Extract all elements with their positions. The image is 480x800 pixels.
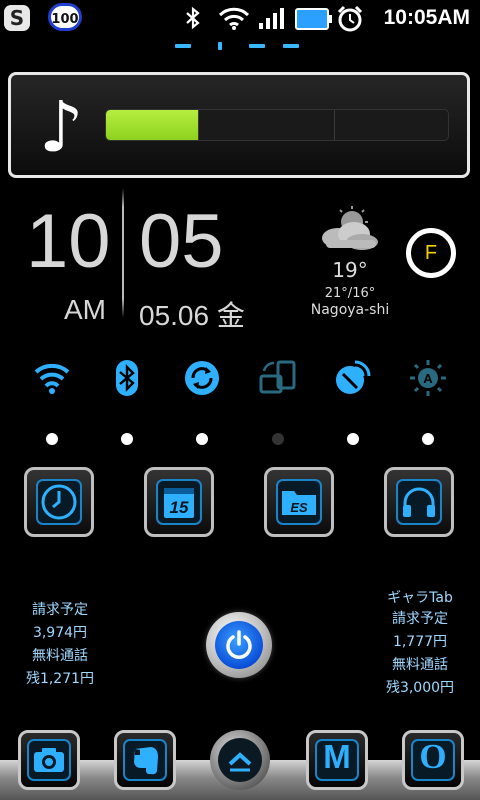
svg-text:A: A <box>423 371 433 386</box>
gps-state-dot <box>347 433 359 445</box>
billing-right-amount: 1,777円 <box>392 634 448 650</box>
opera-app-button[interactable]: O <box>402 730 464 790</box>
clock-date[interactable]: 05.06 金 <box>139 294 245 334</box>
sync-toggle-icon[interactable] <box>182 358 222 398</box>
gps-toggle-icon[interactable] <box>333 358 373 398</box>
evernote-elephant-icon <box>123 739 167 781</box>
camera-app-button[interactable] <box>18 730 80 790</box>
page-indicator <box>249 44 265 48</box>
music-progress-fill <box>106 110 198 140</box>
headphones-icon <box>396 479 442 525</box>
cloudy-sun-icon[interactable] <box>318 204 382 252</box>
bluetooth-icon <box>186 6 200 30</box>
clock-ampm: AM <box>64 294 106 325</box>
billing-right-free-label: 無料通話 <box>392 657 448 673</box>
page-indicator <box>175 44 191 48</box>
weather-range: 21°/16° <box>324 286 376 301</box>
screen-rotation-toggle-icon[interactable] <box>258 358 298 398</box>
status-time: 10:05AM <box>383 6 470 29</box>
app-drawer-button[interactable] <box>210 730 270 790</box>
date-weekday: 金 <box>216 300 245 331</box>
opera-letter: O <box>419 737 447 776</box>
clock-icon <box>36 479 82 525</box>
music-note-icon[interactable]: ♪ <box>39 75 84 179</box>
weather-city: Nagoya-shi <box>310 302 390 318</box>
billing-right-device: ギャラTab <box>387 590 453 606</box>
power-icon <box>226 630 252 659</box>
notification-count-badge[interactable]: 100 <box>48 3 82 31</box>
clock-hour[interactable]: 10 <box>26 204 111 280</box>
power-button[interactable] <box>206 612 272 678</box>
calendar-app-button[interactable]: 15 <box>144 467 214 537</box>
bluetooth-toggle-icon[interactable] <box>107 358 147 398</box>
music-progress-track <box>105 109 449 141</box>
es-label: ES <box>290 500 308 515</box>
rotation-state-dot <box>272 433 284 445</box>
clock-minute[interactable]: 05 <box>139 204 224 280</box>
page-indicator <box>283 44 299 48</box>
s-notification-icon[interactable]: S <box>4 5 30 31</box>
evernote-app-button[interactable] <box>114 730 176 790</box>
weather-temp: 19° <box>332 258 368 282</box>
progress-divider <box>334 110 335 140</box>
wifi-state-dot <box>46 433 58 445</box>
gmail-letter: M <box>323 738 351 775</box>
signal-icon <box>259 8 284 29</box>
alarm-icon <box>337 5 363 32</box>
billing-left-free-label: 無料通話 <box>32 648 88 664</box>
battery-icon <box>295 8 332 30</box>
music-app-button[interactable] <box>384 467 454 537</box>
gmail-app-button[interactable]: M <box>306 730 368 790</box>
progress-divider <box>198 110 199 140</box>
clock-divider <box>122 188 124 318</box>
billing-left[interactable]: 請求予定 3,974円 無料通話 残1,271円 <box>10 600 110 689</box>
wifi-icon <box>218 7 250 30</box>
bluetooth-state-dot <box>121 433 133 445</box>
billing-right-label: 請求予定 <box>392 611 448 627</box>
f-button[interactable]: F <box>406 228 456 278</box>
billing-left-amount: 3,974円 <box>32 625 88 641</box>
billing-left-remaining: 残1,271円 <box>25 671 95 687</box>
music-widget[interactable]: ♪ <box>8 72 470 178</box>
sync-state-dot <box>196 433 208 445</box>
wifi-toggle-icon[interactable] <box>32 358 72 398</box>
chevron-up-icon <box>228 752 252 772</box>
status-bar: S 100 10:05AM <box>0 0 480 36</box>
camera-icon <box>27 739 71 781</box>
clock-app-button[interactable] <box>24 467 94 537</box>
billing-right[interactable]: ギャラTab 請求予定 1,777円 無料通話 残3,000円 <box>368 588 472 698</box>
brightness-state-dot <box>422 433 434 445</box>
billing-right-remaining: 残3,000円 <box>385 680 455 696</box>
date-value: 05.06 <box>139 300 210 331</box>
billing-left-label: 請求予定 <box>32 602 88 618</box>
calendar-day: 15 <box>169 498 189 517</box>
auto-brightness-toggle-icon[interactable]: A <box>408 358 448 398</box>
es-file-explorer-button[interactable]: ES <box>264 467 334 537</box>
page-indicator-current <box>218 42 222 50</box>
